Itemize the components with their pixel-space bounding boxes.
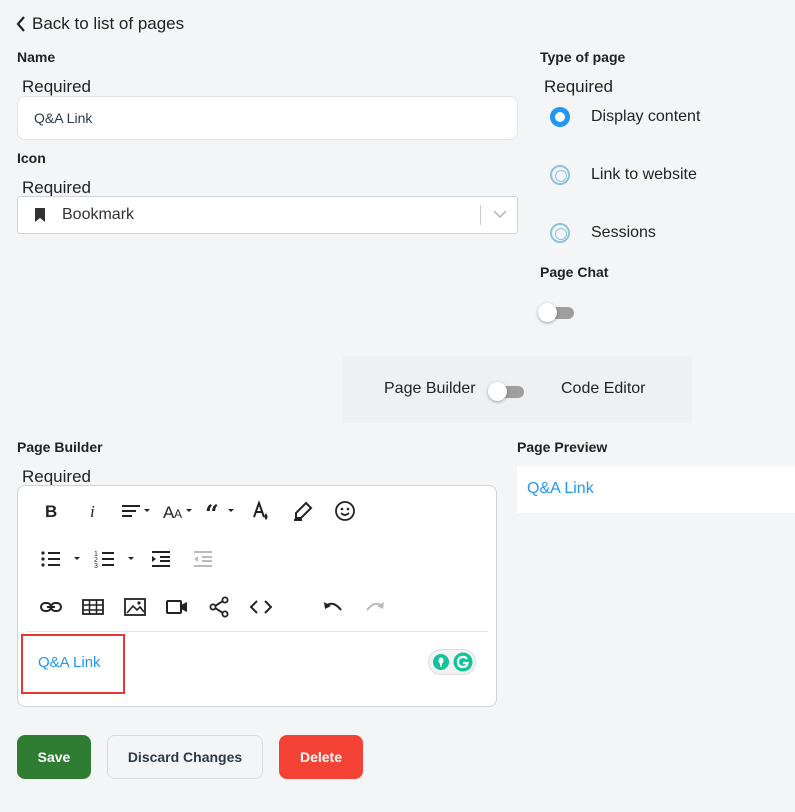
editor-content-text[interactable]: Q&A Link bbox=[38, 654, 101, 671]
align-dropdown[interactable] bbox=[120, 498, 154, 524]
font-size-dropdown[interactable]: AA bbox=[162, 498, 196, 524]
select-divider bbox=[480, 205, 481, 225]
page-preview-label: Page Preview bbox=[517, 439, 608, 455]
page-builder-mode-label: Page Builder bbox=[384, 380, 476, 397]
radio-display-content[interactable]: Display content bbox=[550, 107, 700, 127]
code-view-button[interactable] bbox=[250, 594, 272, 620]
emoji-button[interactable] bbox=[334, 498, 356, 524]
redo-icon bbox=[366, 602, 384, 611]
icon-select[interactable]: Bookmark bbox=[17, 196, 518, 234]
rich-text-editor[interactable]: B i AA “ 123 Q&A Link bbox=[17, 485, 497, 707]
highlight-icon bbox=[294, 501, 313, 521]
code-editor-mode-label: Code Editor bbox=[561, 380, 646, 397]
page-preview-panel: Q&A Link bbox=[517, 466, 795, 513]
redo-button[interactable] bbox=[364, 594, 386, 620]
code-icon bbox=[250, 600, 272, 614]
back-link-label: Back to list of pages bbox=[32, 14, 185, 33]
quote-dropdown[interactable]: “ bbox=[204, 498, 238, 524]
lightbulb-icon bbox=[432, 654, 449, 670]
page-builder-required: Required bbox=[22, 467, 91, 486]
name-required: Required bbox=[22, 77, 91, 96]
svg-text:3: 3 bbox=[94, 563, 98, 570]
link-icon bbox=[40, 602, 62, 612]
emoji-icon bbox=[335, 501, 355, 521]
chevron-left-icon bbox=[16, 16, 25, 32]
editor-mode-switch: Page Builder Code Editor bbox=[342, 356, 692, 423]
italic-icon: i bbox=[90, 502, 95, 521]
indent-button[interactable] bbox=[150, 546, 172, 572]
link-button[interactable] bbox=[40, 594, 62, 620]
icon-select-value: Bookmark bbox=[62, 206, 135, 223]
table-button[interactable] bbox=[82, 594, 104, 620]
svg-text:“: “ bbox=[205, 500, 219, 522]
grammarly-icon bbox=[453, 652, 472, 672]
svg-text:B: B bbox=[45, 502, 57, 521]
indent-icon bbox=[152, 551, 170, 567]
type-of-page-label: Type of page bbox=[540, 49, 626, 65]
delete-button[interactable]: Delete bbox=[279, 735, 363, 779]
numbered-list-dropdown[interactable]: 123 bbox=[94, 546, 138, 572]
page-chat-toggle[interactable] bbox=[538, 301, 574, 322]
radio-unchecked-icon[interactable] bbox=[550, 165, 570, 185]
font-size-icon: AA bbox=[163, 503, 192, 522]
video-button[interactable] bbox=[166, 594, 188, 620]
code-editor-toggle[interactable] bbox=[488, 380, 524, 401]
radio-unchecked-icon[interactable] bbox=[550, 223, 570, 243]
svg-text:i: i bbox=[90, 502, 95, 521]
text-color-button[interactable] bbox=[250, 498, 272, 524]
back-to-list-link[interactable]: Back to list of pages bbox=[16, 14, 184, 34]
highlight-button[interactable] bbox=[292, 498, 314, 524]
type-required: Required bbox=[544, 77, 613, 96]
name-input-value: Q&A Link bbox=[34, 110, 93, 126]
bullet-list-icon bbox=[41, 551, 80, 567]
chevron-down-icon[interactable] bbox=[493, 209, 507, 219]
toggle-knob bbox=[538, 303, 557, 322]
bullet-list-dropdown[interactable] bbox=[40, 546, 84, 572]
image-icon bbox=[124, 598, 146, 616]
undo-icon bbox=[324, 602, 342, 611]
preview-content-link[interactable]: Q&A Link bbox=[527, 480, 594, 498]
text-color-icon bbox=[253, 500, 268, 520]
page-builder-label: Page Builder bbox=[17, 439, 103, 455]
grammarly-widget[interactable] bbox=[428, 649, 476, 675]
numbered-list-icon: 123 bbox=[94, 551, 134, 570]
page-chat-label: Page Chat bbox=[540, 264, 609, 280]
align-icon bbox=[122, 505, 150, 517]
svg-text:A: A bbox=[174, 507, 182, 521]
bookmark-icon bbox=[35, 208, 45, 222]
name-input[interactable]: Q&A Link bbox=[17, 96, 518, 140]
image-button[interactable] bbox=[124, 594, 146, 620]
radio-label: Link to website bbox=[591, 166, 697, 183]
italic-button[interactable]: i bbox=[82, 498, 104, 524]
toggle-knob bbox=[488, 382, 507, 401]
video-icon bbox=[166, 600, 187, 614]
quote-icon: “ bbox=[205, 500, 234, 522]
undo-button[interactable] bbox=[322, 594, 344, 620]
bold-button[interactable]: B bbox=[40, 498, 62, 524]
share-icon bbox=[209, 596, 229, 618]
name-label: Name bbox=[17, 49, 56, 65]
share-button[interactable] bbox=[208, 594, 230, 620]
icon-label: Icon bbox=[17, 150, 46, 166]
radio-label: Display content bbox=[591, 108, 701, 125]
save-button[interactable]: Save bbox=[17, 735, 91, 779]
toolbar-divider bbox=[26, 631, 488, 632]
icon-required: Required bbox=[22, 178, 91, 197]
radio-sessions[interactable]: Sessions bbox=[550, 223, 656, 243]
table-icon bbox=[82, 599, 104, 615]
radio-link-to-website[interactable]: Link to website bbox=[550, 165, 697, 185]
bold-icon: B bbox=[45, 502, 57, 521]
outdent-icon bbox=[194, 551, 212, 567]
outdent-button[interactable] bbox=[192, 546, 214, 572]
radio-checked-icon[interactable] bbox=[550, 107, 570, 127]
radio-label: Sessions bbox=[591, 224, 656, 241]
discard-changes-button[interactable]: Discard Changes bbox=[107, 735, 263, 779]
